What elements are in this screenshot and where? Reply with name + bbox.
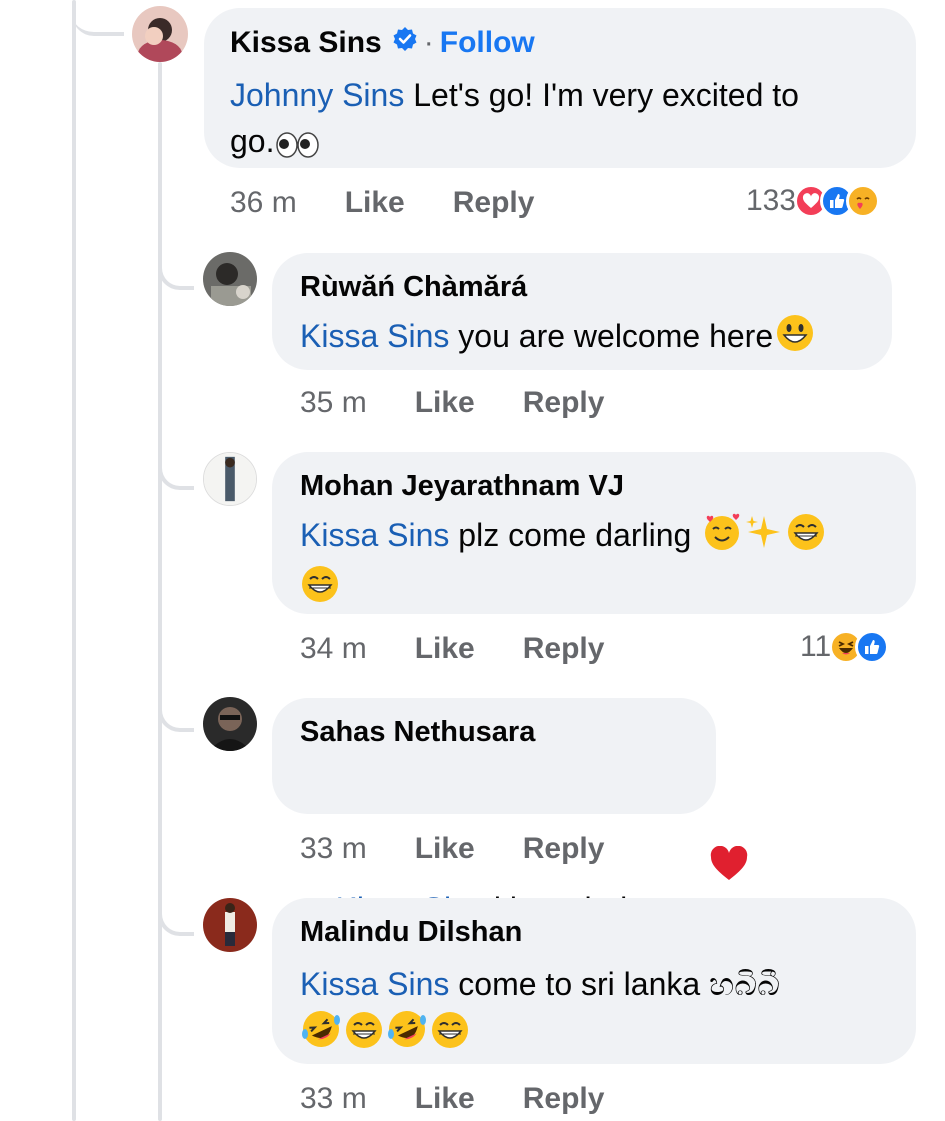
comment-bubble: Kissa Sins · Follow Johnny Sins Let's go… — [204, 8, 916, 168]
reply-button[interactable]: Reply — [523, 832, 605, 866]
smiling-hearts-emoji-icon — [702, 512, 742, 564]
comment-actions: 33 m Like Reply — [300, 1082, 604, 1116]
timestamp[interactable]: 33 m — [300, 1082, 367, 1116]
timestamp[interactable]: 35 m — [300, 386, 367, 420]
rofl-emoji-icon — [386, 1008, 428, 1063]
reply-button[interactable]: Reply — [453, 186, 535, 220]
avatar[interactable] — [203, 452, 257, 506]
reply-connector — [158, 692, 194, 732]
comment-actions: 35 m Like Reply — [300, 386, 604, 420]
comment-bubble: Malindu Dilshan Kissa Sins come to sri l… — [272, 898, 916, 1064]
comment-text: Kissa Sins you are welcome here — [300, 313, 815, 364]
reply-connector — [158, 896, 194, 936]
care-reaction-icon — [846, 184, 881, 218]
comment-actions: 34 m Like Reply — [300, 632, 604, 666]
rofl-emoji-icon — [300, 1008, 342, 1063]
like-button[interactable]: Like — [415, 1082, 475, 1116]
beaming-emoji-icon — [430, 1010, 470, 1063]
mention-link[interactable]: Kissa Sins — [300, 318, 449, 354]
avatar[interactable] — [203, 697, 257, 751]
avatar[interactable] — [132, 6, 188, 62]
timestamp[interactable]: 33 m — [300, 832, 367, 866]
reaction-count: 11 — [800, 630, 832, 663]
mention-link[interactable]: Kissa Sins — [300, 966, 449, 1002]
reply-connector — [158, 250, 194, 290]
comment-author[interactable]: Sahas Nethusara — [300, 716, 535, 749]
comment-author[interactable]: Mohan Jeyarathnam VJ — [300, 470, 624, 503]
comment-text: Kissa Sins plz come darling — [300, 512, 826, 616]
reply-button[interactable]: Reply — [523, 1082, 605, 1116]
thread-line-outer — [72, 0, 76, 1121]
reply-connector — [158, 450, 194, 490]
comment-bubble: Rùwăń Chàmărá Kissa Sins you are welcome… — [272, 253, 892, 370]
comment-bubble: Mohan Jeyarathnam VJ Kissa Sins plz come… — [272, 452, 916, 614]
like-button[interactable]: Like — [415, 632, 475, 666]
reaction-count: 133 — [746, 184, 797, 217]
follow-button[interactable]: Follow — [440, 26, 535, 60]
avatar[interactable] — [203, 252, 257, 306]
thread-line-replies — [158, 62, 162, 1121]
like-button[interactable]: Like — [345, 186, 405, 220]
comment-text: Kissa Sins come to sri lanka හබිබී — [300, 960, 780, 1063]
sparkles-emoji-icon — [744, 512, 784, 564]
comment-author[interactable]: Rùwăń Chàmărá — [300, 271, 527, 304]
reply-button[interactable]: Reply — [523, 632, 605, 666]
thumbs-up-reaction-icon — [855, 630, 890, 664]
verified-badge-icon — [392, 26, 418, 60]
beaming-emoji-icon — [300, 564, 340, 616]
comment-author[interactable]: Malindu Dilshan — [300, 916, 522, 949]
timestamp[interactable]: 34 m — [300, 632, 367, 666]
grinning-emoji-icon — [775, 313, 815, 364]
comment-author[interactable]: Kissa Sins — [230, 26, 382, 60]
thread-connector — [72, 0, 124, 36]
mention-link[interactable]: Kissa Sins — [300, 517, 449, 553]
reaction-summary[interactable]: 11 — [800, 630, 890, 664]
reaction-summary[interactable]: 133 — [746, 184, 881, 218]
like-button[interactable]: Like — [415, 832, 475, 866]
comment-actions: 33 m Like Reply — [300, 832, 604, 866]
mention-link[interactable]: Johnny Sins — [230, 77, 404, 113]
like-button[interactable]: Like — [415, 386, 475, 420]
comment-text: Johnny Sins Let's go! I'm very excited t… — [230, 72, 799, 170]
beaming-emoji-icon — [344, 1010, 384, 1063]
comment-bubble: Sahas Nethusara Kissa Sins kissa babe — [272, 698, 748, 927]
beaming-emoji-icon — [786, 512, 826, 564]
separator-dot: · — [423, 26, 434, 59]
eyes-emoji-icon — [276, 124, 320, 170]
comment-actions: 36 m Like Reply — [230, 186, 534, 220]
reply-button[interactable]: Reply — [523, 386, 605, 420]
timestamp[interactable]: 36 m — [230, 186, 297, 220]
avatar[interactable] — [203, 898, 257, 952]
